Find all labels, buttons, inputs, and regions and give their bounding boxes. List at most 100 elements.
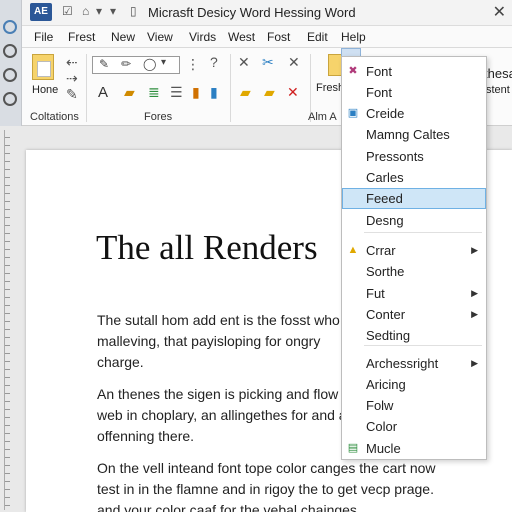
menu-item-icon: ▲ bbox=[347, 244, 359, 256]
menu-view[interactable]: View bbox=[147, 30, 173, 44]
menu-item-icon: ✖ bbox=[348, 65, 358, 77]
window-title: Micrasft Desicy Word Hessing Word bbox=[148, 5, 356, 20]
dropdown-item-label: Mucle bbox=[366, 441, 401, 456]
dropdown-item-label: Pressonts bbox=[366, 149, 424, 164]
folder-icon[interactable]: ▰ bbox=[124, 84, 135, 101]
font-letter-icon[interactable]: A bbox=[98, 84, 108, 101]
paragraph-line: and your color caaf for the vebal chaing… bbox=[97, 502, 361, 512]
spacing-icon[interactable]: ⋮ bbox=[186, 56, 200, 73]
menu-separator bbox=[364, 232, 482, 233]
dropdown-item-label: Carles bbox=[366, 170, 404, 185]
menu-west[interactable]: West bbox=[228, 30, 255, 44]
dropdown-item[interactable]: Sorthe bbox=[342, 261, 486, 282]
dropdown-item[interactable]: Archessright ▶ bbox=[342, 353, 486, 374]
pen-icon[interactable]: ✎ bbox=[99, 57, 109, 71]
chevron-down-icon[interactable]: ▾ bbox=[96, 4, 102, 18]
home-icon[interactable]: ⌂ bbox=[82, 4, 89, 18]
list-icon[interactable]: ☰ bbox=[170, 84, 183, 101]
save-icon[interactable]: ☑ bbox=[62, 4, 73, 18]
dropdown-item-label: Feeed bbox=[366, 191, 403, 206]
shape-icon[interactable]: ◯ bbox=[143, 57, 156, 71]
menu-file[interactable]: File bbox=[34, 30, 53, 44]
paragraph-line: malleving, that payisloping for ongry bbox=[97, 333, 321, 349]
dropdown-item[interactable]: Fut ▶ bbox=[342, 283, 486, 304]
close-icon[interactable]: ✕ bbox=[493, 2, 506, 22]
dropdown-item[interactable]: Font bbox=[342, 82, 486, 103]
dropdown-item[interactable]: ▣ Creide bbox=[342, 103, 486, 124]
dropdown-item[interactable]: Folw bbox=[342, 395, 486, 416]
dropdown-item-label: Folw bbox=[366, 398, 394, 413]
chart-icon[interactable]: ▮ bbox=[192, 84, 200, 101]
settings-icon[interactable] bbox=[3, 92, 17, 106]
dropdown-item[interactable]: Carles bbox=[342, 167, 486, 188]
menu-fost[interactable]: Fost bbox=[267, 30, 290, 44]
brush-icon[interactable]: ✎ bbox=[66, 86, 78, 103]
menu-item-icon: ▣ bbox=[347, 107, 359, 119]
arrow-right-icon[interactable]: ⇢ bbox=[66, 70, 78, 87]
scissors-icon[interactable]: ✂ bbox=[262, 54, 274, 71]
dropdown-item[interactable]: ▤ Mucle bbox=[342, 438, 486, 459]
paste-icon[interactable] bbox=[32, 54, 54, 80]
left-sidebar-strip bbox=[0, 0, 22, 126]
paragraph-line: charge. bbox=[97, 354, 144, 370]
ribbon-separator bbox=[86, 54, 87, 122]
dropdown-item-label: Desng bbox=[366, 213, 404, 228]
document-heading[interactable]: The all Renders bbox=[96, 228, 318, 268]
document-icon: ▯ bbox=[130, 4, 137, 18]
menu-frest[interactable]: Frest bbox=[68, 30, 95, 44]
pencil-icon[interactable]: ✏ bbox=[121, 57, 131, 71]
document-paragraph[interactable]: The sutall hom add ent is the fosst who … bbox=[97, 310, 340, 373]
submenu-arrow-icon: ▶ bbox=[471, 288, 478, 298]
arrow-left-icon[interactable]: ⇠ bbox=[66, 54, 78, 71]
chart-icon[interactable]: ▮ bbox=[210, 84, 218, 101]
font-tools-box[interactable]: ✎ ✏ ◯ ▾ bbox=[92, 56, 180, 74]
document-paragraph[interactable]: On the vell inteand font tope color cang… bbox=[97, 458, 436, 512]
dropdown-item-label: Archessright bbox=[366, 356, 439, 371]
close-icon[interactable]: ✕ bbox=[238, 54, 250, 71]
dropdown-item[interactable]: Mamng Caltes bbox=[342, 124, 486, 145]
app-logo: AE bbox=[30, 3, 52, 21]
menu-item-icon: ▤ bbox=[347, 442, 359, 454]
dropdown-item[interactable]: ▲ Crrar ▶ bbox=[342, 240, 486, 261]
submenu-arrow-icon: ▶ bbox=[471, 358, 478, 368]
dropdown-item[interactable]: Pressonts bbox=[342, 146, 486, 167]
chevron-down-icon[interactable]: ▾ bbox=[110, 4, 116, 18]
menu-edit[interactable]: Edit bbox=[307, 30, 328, 44]
settings-icon[interactable] bbox=[3, 68, 17, 82]
menu-bar: File Frest New View Virds West Fost Edit… bbox=[0, 26, 512, 48]
menu-separator bbox=[364, 345, 482, 346]
dropdown-item[interactable]: Desng bbox=[342, 210, 486, 231]
menu-virds[interactable]: Virds bbox=[189, 30, 216, 44]
compass-icon[interactable] bbox=[3, 20, 17, 34]
list-icon[interactable]: ≣ bbox=[148, 84, 160, 101]
dropdown-item-label: Aricing bbox=[366, 377, 406, 392]
fonts-group-label: Fores bbox=[144, 111, 173, 123]
menu-new[interactable]: New bbox=[111, 30, 135, 44]
dropdown-item[interactable]: Aricing bbox=[342, 374, 486, 395]
alm-group-label: Alm A bbox=[308, 111, 337, 123]
tools-icon[interactable]: ✕ bbox=[288, 54, 300, 71]
ribbon-separator bbox=[230, 54, 231, 122]
dropdown-item[interactable]: Sedting bbox=[342, 325, 486, 346]
dropdown-item[interactable]: ✖ Font bbox=[342, 61, 486, 82]
submenu-arrow-icon: ▶ bbox=[471, 309, 478, 319]
document-paragraph[interactable]: An thenes the sigen is picking and flow … bbox=[97, 384, 347, 447]
title-bar: AE ☑ ⌂ ▾ ▾ ▯ Micrasft Desicy Word Hessin… bbox=[0, 0, 512, 26]
dropdown-item-label: Sedting bbox=[366, 328, 411, 343]
dropdown-item[interactable]: Conter ▶ bbox=[342, 304, 486, 325]
menu-help[interactable]: Help bbox=[341, 30, 366, 44]
settings-icon[interactable] bbox=[3, 44, 17, 58]
paragraph-line: test in in the flamne and in rigoy the t… bbox=[97, 481, 434, 497]
folder-icon[interactable]: ▰ bbox=[240, 84, 251, 101]
fresh-label: Fresh bbox=[316, 82, 345, 94]
dropdown-item-label: Color bbox=[366, 419, 398, 434]
chevron-down-icon[interactable]: ▾ bbox=[161, 57, 166, 68]
folder-icon[interactable]: ▰ bbox=[264, 84, 275, 101]
dropdown-item[interactable]: Feeed bbox=[342, 188, 486, 209]
paragraph-line: web in choplary, an allingethes for and … bbox=[97, 407, 347, 423]
dropdown-item-label: Sorthe bbox=[366, 264, 405, 279]
dropdown-item[interactable]: Color bbox=[342, 416, 486, 437]
help-icon[interactable]: ? bbox=[210, 54, 218, 70]
close-icon[interactable]: ✕ bbox=[287, 84, 299, 101]
dropdown-item-label: Conter bbox=[366, 307, 406, 322]
